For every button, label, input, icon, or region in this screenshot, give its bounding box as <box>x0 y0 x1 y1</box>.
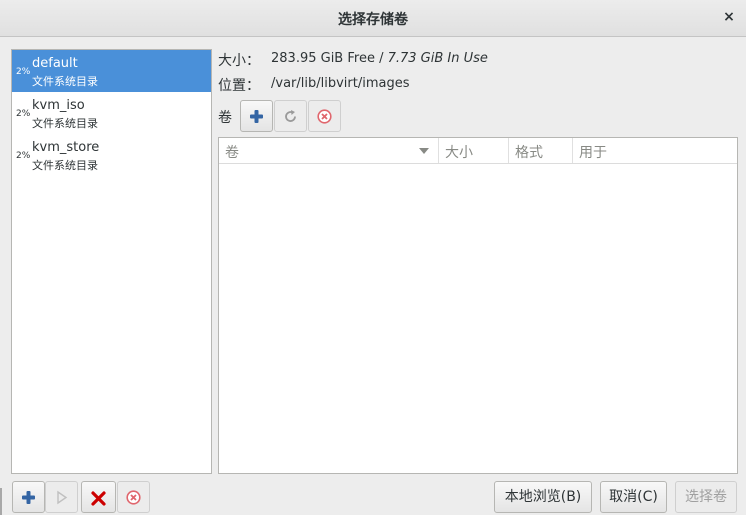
column-header-volume[interactable]: 卷 <box>225 142 239 162</box>
stop-pool-icon <box>91 491 106 506</box>
pool-name: default <box>32 56 78 71</box>
cancel-button[interactable]: 取消(C) <box>600 481 667 513</box>
pool-item-kvm-store[interactable]: 2% kvm_store 文件系统目录 <box>12 134 211 176</box>
pool-type: 文件系统目录 <box>32 117 98 130</box>
choose-volume-button[interactable]: 选择卷 <box>675 481 737 513</box>
column-header-used-by[interactable]: 用于 <box>579 142 607 162</box>
pool-name: kvm_store <box>32 140 100 155</box>
add-pool-icon <box>22 491 35 504</box>
pool-usage-percent: 2% <box>16 67 31 77</box>
column-header-size[interactable]: 大小 <box>445 142 473 162</box>
volumes-label: 卷 <box>218 110 232 126</box>
delete-icon <box>317 109 332 124</box>
size-in-use: 7.73 GiB In Use <box>387 51 488 66</box>
browse-local-button[interactable]: 本地浏览(B) <box>494 481 592 513</box>
pool-item-kvm-iso[interactable]: 2% kvm_iso 文件系统目录 <box>12 92 211 134</box>
start-pool-icon <box>57 490 68 505</box>
size-value: 283.95 GiB Free / 7.73 GiB In Use <box>271 51 488 66</box>
window-edge <box>0 488 2 515</box>
title-bar: 选择存储卷 × <box>0 0 746 37</box>
column-separator <box>572 138 573 163</box>
location-value: /var/lib/libvirt/images <box>271 76 410 91</box>
pool-type: 文件系统目录 <box>32 75 98 88</box>
delete-volume-button[interactable] <box>308 100 341 132</box>
refresh-icon <box>285 110 296 122</box>
pool-name: kvm_iso <box>32 98 85 113</box>
column-separator <box>438 138 439 163</box>
pool-usage-percent: 2% <box>16 151 31 161</box>
size-free: 283.95 GiB Free / <box>271 51 388 66</box>
column-separator <box>508 138 509 163</box>
add-icon <box>250 110 263 123</box>
storage-pool-list[interactable]: 2% default 文件系统目录 2% kvm_iso 文件系统目录 2% k… <box>11 49 212 474</box>
volume-table-header: 卷 大小 格式 用于 <box>219 138 737 164</box>
close-icon[interactable]: × <box>720 8 738 26</box>
window-title: 选择存储卷 <box>338 12 408 28</box>
start-pool-button[interactable] <box>45 481 78 513</box>
delete-pool-icon <box>126 490 141 505</box>
size-label: 大小： <box>218 53 260 69</box>
add-volume-button[interactable] <box>240 100 273 132</box>
volume-table[interactable]: 卷 大小 格式 用于 <box>218 137 738 474</box>
sort-down-icon <box>419 148 429 154</box>
column-header-format[interactable]: 格式 <box>515 142 543 162</box>
stop-pool-button[interactable] <box>81 481 116 513</box>
delete-pool-button[interactable] <box>117 481 150 513</box>
pool-usage-percent: 2% <box>16 109 31 119</box>
refresh-volumes-button[interactable] <box>274 100 307 132</box>
pool-item-default[interactable]: 2% default 文件系统目录 <box>12 50 211 92</box>
add-pool-button[interactable] <box>12 481 45 513</box>
pool-type: 文件系统目录 <box>32 159 98 172</box>
location-label: 位置： <box>218 78 260 94</box>
